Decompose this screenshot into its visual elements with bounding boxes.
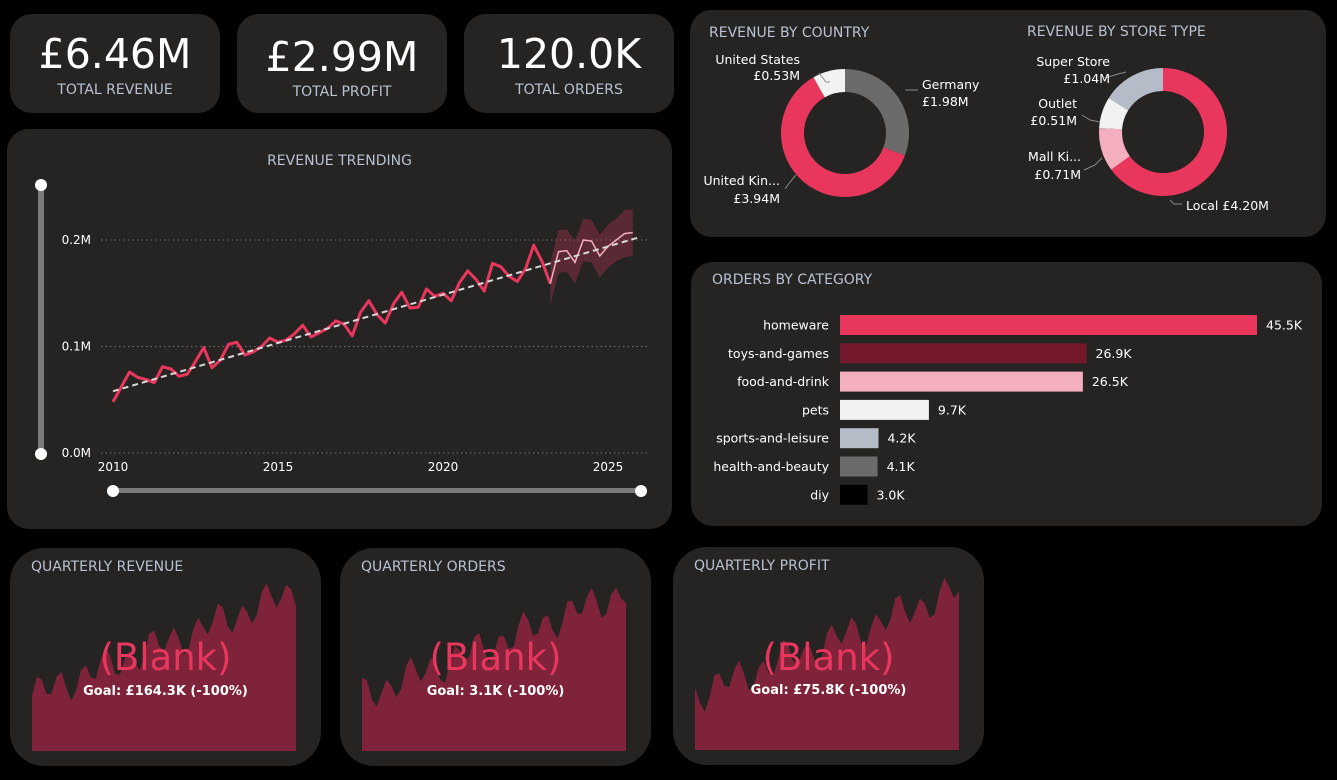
category-label: homeware [763, 318, 829, 333]
kpi-blank-value: (Blank) [99, 636, 232, 679]
slice-label: Local £4.20M [1186, 198, 1269, 213]
y-tick-label: 0.2M [62, 233, 91, 247]
revenue-trending-card: REVENUE TRENDING 0.0M 0.1M 0.2M 2010 2015 202… [7, 129, 672, 529]
x-slider-handle-left[interactable] [107, 485, 119, 497]
slice-name: United States [715, 52, 800, 67]
kpi-card-profit: £2.99M TOTAL PROFIT [237, 14, 447, 113]
bar-value-label: 4.2K [887, 431, 916, 446]
slice-value: £0.71M [1034, 167, 1081, 182]
y-slider-handle-bottom[interactable] [35, 448, 47, 460]
leader-line [784, 174, 797, 190]
category-bar[interactable] [840, 399, 929, 420]
slice-value: £3.94M [733, 191, 780, 206]
y-range-slider-track[interactable] [38, 184, 44, 455]
slice-name: Outlet [1038, 96, 1077, 111]
revenue-line [111, 243, 552, 403]
bar-value-label: 26.5K [1092, 374, 1129, 389]
kpi-value: 120.0K [496, 30, 642, 78]
x-tick-label: 2010 [98, 460, 129, 474]
revenue-trend-chart: 0.0M 0.1M 0.2M 2010 2015 2020 2025 [35, 179, 650, 497]
kpi-value: £2.99M [265, 33, 419, 81]
kpi-card-revenue: £6.46M TOTAL REVENUE [10, 14, 220, 113]
orders-by-category-card: ORDERS BY CATEGORY homeware 45.5K toys-and… [691, 262, 1322, 526]
kpi-label: TOTAL PROFIT [292, 84, 392, 100]
store-type-donut[interactable] [1099, 68, 1227, 196]
x-tick-label: 2025 [593, 460, 624, 474]
category-bar[interactable] [840, 315, 1257, 335]
y-slider-handle-top[interactable] [35, 179, 47, 191]
revenue-breakdown-card: REVENUE BY COUNTRY REVENUE BY STORE TYPE… [690, 10, 1326, 237]
x-range-slider-track[interactable] [113, 488, 641, 493]
x-slider-handle-right[interactable] [635, 485, 647, 497]
forecast-band [550, 209, 633, 305]
x-tick-label: 2020 [428, 460, 459, 474]
category-label: health-and-beauty [713, 459, 829, 474]
slice-name: United Kin... [703, 173, 780, 188]
slice-name: Super Store [1036, 54, 1110, 69]
kpi-goal: Goal: £75.8K (-100%) [750, 683, 907, 698]
category-label: diy [810, 487, 829, 502]
bar-value-label: 45.5K [1266, 318, 1303, 333]
kpi-card-orders: 120.0K TOTAL ORDERS [464, 14, 674, 113]
bar-value-label: 3.0K [876, 487, 905, 502]
y-tick-label: 0.1M [62, 340, 91, 354]
quarterly-revenue-card: QUARTERLY REVENUE (Blank) Goal: £164.3K … [10, 548, 321, 766]
category-bar[interactable] [840, 484, 868, 505]
kpi-blank-value: (Blank) [762, 636, 895, 679]
leader-line [1169, 199, 1182, 205]
category-bar[interactable] [840, 343, 1087, 364]
kpi-goal: Goal: £164.3K (-100%) [83, 684, 248, 699]
kpi-label: TOTAL REVENUE [57, 82, 173, 98]
leader-line [1081, 114, 1101, 123]
slice-value: £0.53M [753, 68, 800, 83]
leader-line [1083, 157, 1103, 171]
donut-slice[interactable] [845, 69, 909, 156]
category-bar[interactable] [840, 428, 879, 449]
quarterly-profit-card: QUARTERLY PROFIT (Blank) Goal: £75.8K (-… [673, 547, 984, 765]
revenue-donut-charts: United States £0.53M Germany £1.98M Unit… [703, 52, 1269, 213]
category-label: sports-and-leisure [716, 431, 829, 446]
category-bar[interactable] [840, 371, 1083, 392]
slice-value: £0.51M [1030, 113, 1077, 128]
bar-value-label: 4.1K [887, 459, 916, 474]
y-tick-label: 0.0M [62, 446, 91, 460]
kpi-goal: Goal: 3.1K (-100%) [426, 684, 565, 699]
slice-value: £1.04M [1063, 71, 1110, 86]
kpi-label: TOTAL ORDERS [515, 82, 623, 98]
bar-value-label: 26.9K [1096, 346, 1133, 361]
bar-value-label: 9.7K [938, 402, 967, 417]
slice-value: £1.98M [922, 94, 969, 109]
orders-by-category-chart: homeware 45.5K toys-and-games 26.9K food-and… [713, 315, 1303, 505]
category-label: pets [802, 402, 829, 417]
country-donut[interactable] [781, 69, 909, 197]
x-tick-label: 2015 [263, 460, 294, 474]
slice-name: Germany [922, 77, 980, 92]
category-bar[interactable] [840, 456, 878, 477]
kpi-blank-value: (Blank) [429, 636, 562, 679]
trend-line [112, 235, 642, 393]
quarterly-orders-card: QUARTERLY ORDERS (Blank) Goal: 3.1K (-10… [340, 548, 651, 766]
category-label: toys-and-games [728, 346, 829, 361]
kpi-value: £6.46M [38, 30, 192, 78]
slice-name: Mall Ki... [1028, 149, 1081, 164]
category-label: food-and-drink [737, 374, 830, 389]
